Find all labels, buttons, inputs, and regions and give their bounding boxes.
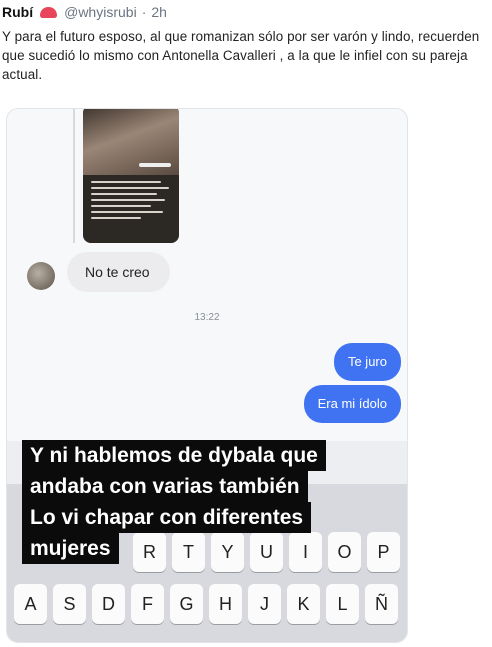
story-caption-overlay: Y ni hablemos de dybala que andaba con v… [22,440,390,564]
outgoing-message: Era mi ídolo [303,385,401,423]
heart-emoji-icon [40,6,58,18]
key-a[interactable]: A [14,584,47,624]
key-d[interactable]: D [92,584,125,624]
caption-line: Lo vi chapar con diferentes [22,502,312,533]
story-reply-card[interactable] [83,109,179,243]
caption-line: Y ni hablemos de dybala que [22,440,326,471]
key-enye[interactable]: Ñ [365,584,398,624]
contact-avatar[interactable] [27,262,55,290]
thread-line [73,109,75,243]
author-handle[interactable]: @whyisrubi [64,4,137,20]
key-l[interactable]: L [326,584,359,624]
separator-dot: · [141,4,147,20]
story-text-overlay [83,175,179,243]
key-s[interactable]: S [53,584,86,624]
tweet-header: Rubí @whyisrubi · 2h [2,4,167,20]
caption-line: mujeres [22,533,119,564]
caption-line: andaba con varias también [22,471,308,502]
key-k[interactable]: K [287,584,320,624]
tweet-time[interactable]: 2h [151,4,167,20]
tweet-text: Y para el futuro esposo, al que romaniza… [2,29,480,82]
outgoing-message: Te juro [333,343,401,381]
story-tag [139,163,171,167]
key-f[interactable]: F [131,584,164,624]
key-g[interactable]: G [170,584,203,624]
author-name[interactable]: Rubí [2,4,33,20]
message-timestamp: 13:22 [194,312,220,323]
key-j[interactable]: J [248,584,281,624]
key-h[interactable]: H [209,584,242,624]
incoming-message: No te creo [67,252,170,292]
